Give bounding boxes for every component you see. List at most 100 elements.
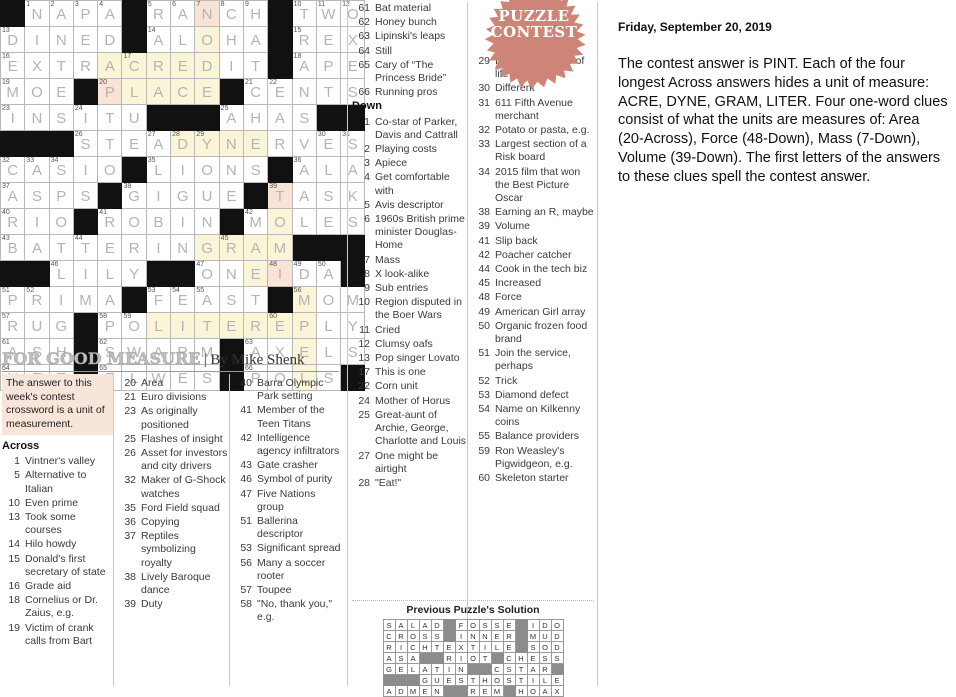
grid-cell[interactable]: 54 E [170, 286, 196, 313]
clue-item[interactable]: 63 Lipinski's leaps [352, 30, 470, 43]
grid-cell[interactable]: 14 A [145, 26, 172, 53]
grid-cell[interactable]: M [267, 234, 293, 261]
grid-cell[interactable]: A [291, 182, 317, 209]
clue-item[interactable]: 52 Trick [472, 375, 594, 388]
clue-item[interactable]: 66 Running pros [352, 86, 470, 99]
grid-cell[interactable]: N [170, 234, 196, 261]
grid-cell[interactable]: 57 R [0, 312, 26, 339]
clue-item[interactable]: 53 Diamond defect [472, 389, 594, 402]
grid-cell[interactable]: A [242, 26, 269, 53]
grid-cell[interactable]: 32 C [0, 156, 26, 183]
grid-cell[interactable]: 4A [97, 0, 123, 27]
grid-cell[interactable]: O [315, 286, 342, 313]
grid-cell[interactable]: R [242, 312, 269, 339]
grid-cell[interactable]: I [145, 234, 172, 261]
clue-item[interactable]: 1 Co-star of Parker, Davis and Cattrall [352, 116, 470, 142]
grid-cell[interactable]: T [242, 286, 269, 313]
grid-cell[interactable]: 40 R [0, 208, 26, 235]
grid-cell[interactable]: G [170, 182, 196, 209]
grid-cell[interactable]: I [72, 156, 99, 183]
grid-cell[interactable]: 27 A [145, 130, 172, 157]
grid-cell[interactable]: 51 P [0, 286, 26, 313]
grid-cell[interactable]: 45 R [218, 234, 244, 261]
grid-cell[interactable]: P [48, 182, 74, 209]
clue-item[interactable]: 25 Flashes of insight [118, 433, 228, 446]
clue-item[interactable]: 19 Victim of crank calls from Bart [2, 622, 112, 648]
clue-item[interactable]: 31 611 Fifth Avenue merchant [472, 97, 594, 123]
grid-cell[interactable]: 11 W [315, 0, 342, 27]
grid-cell[interactable]: L [145, 312, 172, 339]
grid-cell[interactable]: M [72, 286, 99, 313]
grid-cell[interactable]: O [194, 26, 220, 53]
grid-cell[interactable]: E [315, 26, 342, 53]
clue-item[interactable]: 37 Reptiles symbolizing royalty [118, 530, 228, 570]
clue-item[interactable]: 51 Ballerina descriptor [234, 515, 344, 541]
grid-cell[interactable]: 33 A [24, 156, 50, 183]
grid-cell[interactable]: 39 T [267, 182, 293, 209]
grid-cell[interactable]: 1N [24, 0, 50, 27]
grid-cell[interactable]: P [315, 52, 342, 79]
grid-cell[interactable]: 9H [242, 0, 269, 27]
grid-cell[interactable]: 42 M [242, 208, 269, 235]
grid-cell[interactable]: S [291, 104, 317, 131]
grid-cell[interactable]: 43 B [0, 234, 26, 261]
grid-cell[interactable]: 46 L [48, 260, 74, 287]
grid-cell[interactable]: 20 P [97, 78, 123, 105]
clue-item[interactable]: 13 Pop singer Lovato [352, 352, 470, 365]
grid-cell[interactable]: 21 C [242, 78, 269, 105]
clue-item[interactable]: 33 Largest section of a Risk board [472, 138, 594, 164]
clue-item[interactable]: 58 "No, thank you," e.g. [234, 598, 344, 624]
grid-cell[interactable]: U [194, 182, 220, 209]
clue-item[interactable]: 6 1960s British prime minister Douglas-Ho… [352, 213, 470, 253]
grid-cell[interactable]: A [267, 104, 293, 131]
grid-cell[interactable]: A [97, 52, 123, 79]
grid-cell[interactable]: I [48, 286, 74, 313]
grid-cell[interactable]: I [72, 260, 99, 287]
grid-cell[interactable]: T [97, 130, 123, 157]
grid-cell[interactable]: E [170, 52, 196, 79]
grid-cell[interactable]: S [218, 286, 244, 313]
clue-item[interactable]: 61 Bat material [352, 2, 470, 15]
grid-cell[interactable]: L [170, 26, 196, 53]
grid-cell[interactable]: 60 E [267, 312, 293, 339]
clue-item[interactable]: 39 Duty [118, 598, 228, 611]
clue-item[interactable]: 27 One might be airtight [352, 450, 470, 476]
clue-item[interactable]: 7 Mass [352, 254, 470, 267]
clue-item[interactable]: 50 Organic frozen food brand [472, 320, 594, 346]
clue-item[interactable]: 20 Area [118, 377, 228, 390]
grid-cell[interactable]: T [315, 78, 342, 105]
grid-cell[interactable]: D [97, 26, 123, 53]
grid-cell[interactable]: H [242, 104, 269, 131]
grid-cell[interactable]: G [194, 234, 220, 261]
clue-item[interactable]: 49 American Girl array [472, 306, 594, 319]
grid-cell[interactable]: 24 I [72, 104, 99, 131]
clue-item[interactable]: 40 Barra Olympic Park setting [234, 377, 344, 403]
grid-cell[interactable]: O [97, 156, 123, 183]
clue-item[interactable]: 43 Gate crasher [234, 459, 344, 472]
clue-item[interactable]: 1 Vintner's valley [2, 455, 112, 468]
clue-item[interactable]: 59 Ron Weasley's Pigwidgeon, e.g. [472, 445, 594, 471]
grid-cell[interactable]: O [24, 78, 50, 105]
grid-cell[interactable]: 50 A [315, 260, 342, 287]
clue-item[interactable]: 32 Maker of G-Shock watches [118, 474, 228, 500]
clue-item[interactable]: 60 Skeleton starter [472, 472, 594, 485]
grid-cell[interactable]: R [145, 52, 172, 79]
grid-cell[interactable]: N [291, 78, 317, 105]
grid-cell[interactable]: 15 R [291, 26, 317, 53]
grid-cell[interactable]: E [121, 130, 147, 157]
grid-cell[interactable]: 49 D [291, 260, 317, 287]
grid-cell[interactable]: N [218, 130, 244, 157]
grid-cell[interactable]: L [121, 78, 147, 105]
grid-cell[interactable]: N [48, 26, 74, 53]
grid-cell[interactable]: S [48, 104, 74, 131]
grid-cell[interactable]: E [218, 182, 244, 209]
grid-cell[interactable]: N [218, 156, 244, 183]
grid-cell[interactable]: T [48, 234, 74, 261]
grid-cell[interactable]: 58 P [97, 312, 123, 339]
grid-cell[interactable]: U [121, 104, 147, 131]
grid-cell[interactable]: N [218, 260, 244, 287]
grid-cell[interactable]: E [97, 234, 123, 261]
grid-cell[interactable]: E [48, 78, 74, 105]
grid-cell[interactable]: E [315, 208, 342, 235]
clue-item[interactable]: 48 Force [472, 291, 594, 304]
